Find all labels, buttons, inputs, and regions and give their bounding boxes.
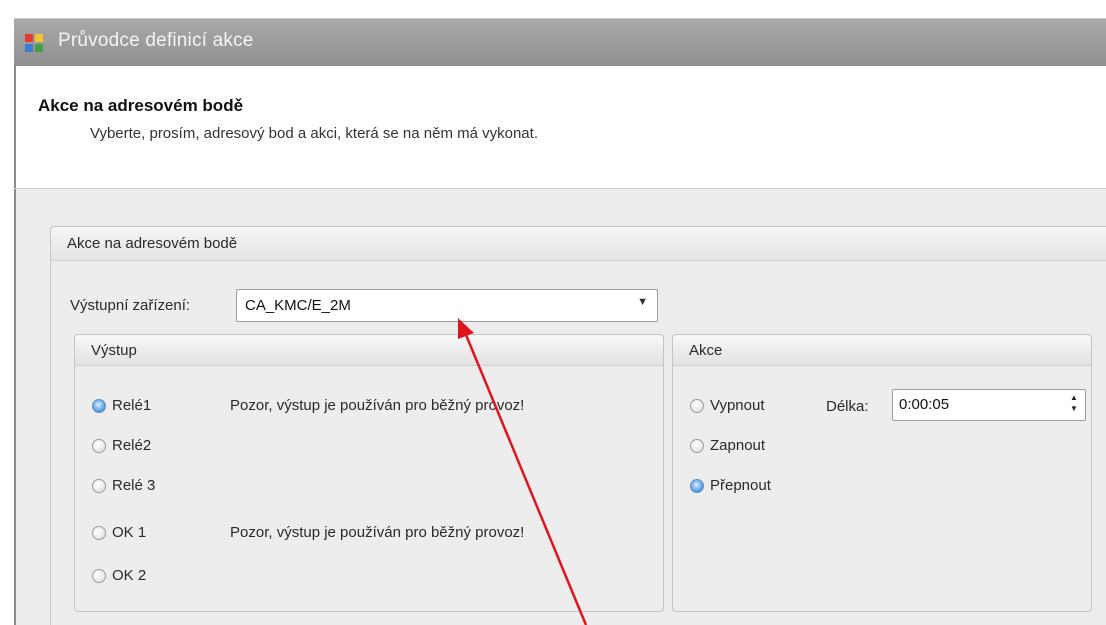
output-warning: Pozor, výstup je používán pro běžný prov… (230, 524, 525, 541)
action-panel: Akce (672, 334, 1092, 612)
chevron-down-icon[interactable]: ▼ (637, 296, 648, 308)
action-panel-title: Akce (689, 342, 723, 359)
radio-label: Relé 3 (112, 477, 156, 494)
app-icon (25, 34, 43, 52)
radio-icon[interactable] (92, 479, 106, 493)
output-panel-title: Výstup (91, 342, 137, 359)
radio-icon[interactable] (92, 399, 106, 413)
page-title: Akce na adresovém bodě (38, 96, 244, 115)
radio-label: Zapnout (710, 437, 766, 454)
page-subtitle: Vyberte, prosím, adresový bod a akci, kt… (90, 125, 538, 142)
radio-label: Relé1 (112, 397, 152, 414)
output-panel-header: Výstup (75, 335, 663, 366)
output-warning: Pozor, výstup je používán pro běžný prov… (230, 397, 525, 414)
length-spinbox[interactable]: 0:00:05 ▲ ▼ (892, 389, 1086, 421)
wizard-window: Průvodce definicí akce Akce na adresovém… (0, 0, 1106, 625)
radio-icon[interactable] (92, 526, 106, 540)
radio-label: Relé2 (112, 437, 152, 454)
radio-icon[interactable] (92, 439, 106, 453)
title-bar: Průvodce definicí akce (14, 18, 1106, 67)
spinner-arrows-icon[interactable]: ▲ ▼ (1069, 392, 1079, 414)
output-device-dropdown[interactable]: CA_KMC/E_2M ▼ (236, 289, 658, 322)
wizard-header: Akce na adresovém bodě Vyberte, prosím, … (14, 66, 1106, 188)
radio-label: Vypnout (710, 397, 765, 414)
length-label: Délka: (826, 398, 869, 415)
radio-icon[interactable] (690, 479, 704, 493)
group-header: Akce na adresovém bodě (51, 227, 1106, 261)
radio-icon[interactable] (92, 569, 106, 583)
window-title: Průvodce definicí akce (58, 30, 254, 51)
radio-label: OK 2 (112, 567, 147, 584)
output-device-value: CA_KMC/E_2M (245, 297, 351, 314)
action-panel-header: Akce (673, 335, 1091, 366)
output-device-label: Výstupní zařízení: (70, 297, 191, 314)
group-title: Akce na adresovém bodě (67, 235, 238, 252)
radio-label: Přepnout (710, 477, 771, 494)
length-value: 0:00:05 (899, 396, 950, 413)
output-panel: Výstup (74, 334, 664, 612)
radio-icon[interactable] (690, 439, 704, 453)
radio-icon[interactable] (690, 399, 704, 413)
radio-label: OK 1 (112, 524, 147, 541)
